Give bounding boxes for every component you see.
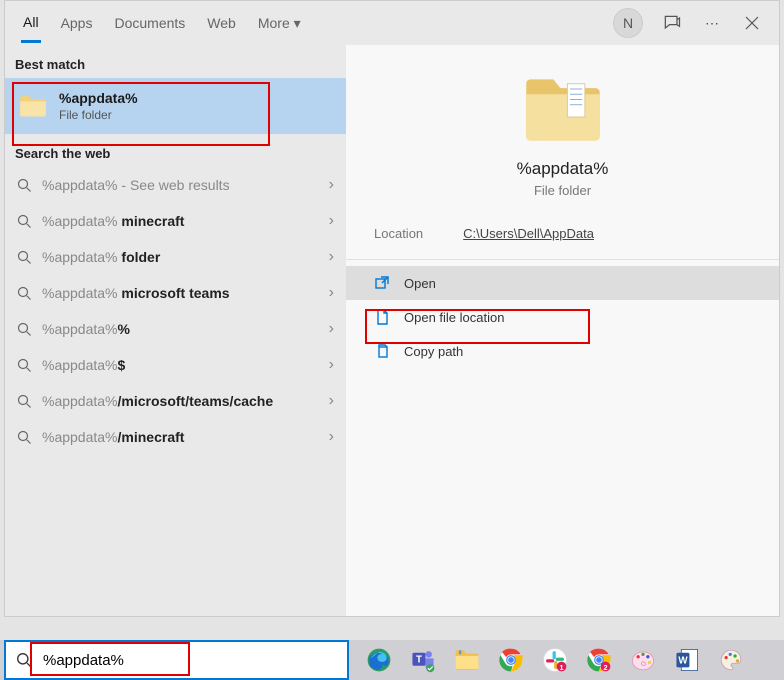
action-copy-path-label: Copy path	[404, 344, 463, 359]
search-icon	[17, 178, 32, 193]
search-icon	[17, 286, 32, 301]
web-result-text: %appdata%%	[42, 321, 319, 337]
file-location-icon	[374, 309, 390, 325]
best-match-title: %appdata%	[59, 90, 138, 106]
search-icon	[17, 250, 32, 265]
search-icon	[17, 214, 32, 229]
tab-web[interactable]: Web	[205, 5, 238, 41]
copy-icon	[374, 343, 390, 359]
section-best-match: Best match	[5, 45, 346, 78]
taskbar-pinned-apps: T 1 2 W	[349, 640, 751, 680]
feedback-icon[interactable]	[661, 12, 683, 34]
close-icon[interactable]	[741, 12, 763, 34]
svg-text:T: T	[416, 654, 422, 665]
folder-large-icon	[518, 75, 608, 145]
search-icon	[17, 430, 32, 445]
action-open[interactable]: Open	[346, 266, 779, 300]
web-result[interactable]: %appdata%/microsoft/teams/cache ›	[5, 383, 346, 419]
action-open-location-label: Open file location	[404, 310, 504, 325]
best-match-subtitle: File folder	[59, 108, 138, 122]
taskbar-app-explorer[interactable]	[447, 640, 487, 680]
tab-all[interactable]: All	[21, 4, 41, 43]
taskbar-app-chrome[interactable]	[491, 640, 531, 680]
location-row: Location C:\Users\Dell\AppData	[346, 198, 779, 260]
taskbar-app-palette[interactable]	[711, 640, 751, 680]
search-icon	[17, 358, 32, 373]
taskbar-app-paint[interactable]	[623, 640, 663, 680]
chevron-right-icon[interactable]: ›	[329, 320, 334, 338]
action-copy-path[interactable]: Copy path	[346, 334, 779, 368]
web-result[interactable]: %appdata%/minecraft ›	[5, 419, 346, 455]
chevron-right-icon[interactable]: ›	[329, 284, 334, 302]
web-result[interactable]: %appdata% folder ›	[5, 239, 346, 275]
best-match-result[interactable]: %appdata% File folder	[5, 78, 346, 134]
preview-subtitle: File folder	[534, 183, 591, 198]
svg-text:1: 1	[559, 663, 563, 672]
taskbar-app-slack[interactable]: 1	[535, 640, 575, 680]
taskbar-app-teams[interactable]: T	[403, 640, 443, 680]
search-icon	[17, 322, 32, 337]
web-result-text: %appdata% folder	[42, 249, 319, 265]
taskbar-search[interactable]	[4, 640, 349, 680]
chevron-right-icon[interactable]: ›	[329, 176, 334, 194]
web-result-text: %appdata% minecraft	[42, 213, 319, 229]
open-icon	[374, 275, 390, 291]
more-options-icon[interactable]: ⋯	[701, 12, 723, 34]
folder-icon	[19, 94, 47, 118]
search-icon	[16, 652, 33, 669]
user-avatar[interactable]: N	[613, 8, 643, 38]
chevron-right-icon[interactable]: ›	[329, 248, 334, 266]
web-result[interactable]: %appdata% - See web results ›	[5, 167, 346, 203]
web-result[interactable]: %appdata%% ›	[5, 311, 346, 347]
taskbar-app-chrome-2[interactable]: 2	[579, 640, 619, 680]
taskbar-app-word[interactable]: W	[667, 640, 707, 680]
chevron-right-icon[interactable]: ›	[329, 212, 334, 230]
web-result-text: %appdata%$	[42, 357, 319, 373]
web-result[interactable]: %appdata% microsoft teams ›	[5, 275, 346, 311]
web-result-text: %appdata% microsoft teams	[42, 285, 319, 301]
web-result-text: %appdata% - See web results	[42, 177, 319, 193]
chevron-right-icon[interactable]: ›	[329, 356, 334, 374]
results-list: Best match %appdata% File folder Search …	[5, 45, 346, 616]
chevron-down-icon: ▾	[294, 15, 301, 31]
search-icon	[17, 394, 32, 409]
svg-text:W: W	[678, 655, 688, 666]
tab-documents[interactable]: Documents	[112, 5, 187, 41]
preview-pane: %appdata% File folder Location C:\Users\…	[346, 45, 779, 616]
web-result[interactable]: %appdata% minecraft ›	[5, 203, 346, 239]
search-input[interactable]	[43, 652, 337, 669]
tab-apps[interactable]: Apps	[59, 5, 95, 41]
action-open-label: Open	[404, 276, 436, 291]
preview-title: %appdata%	[517, 159, 609, 179]
action-open-location[interactable]: Open file location	[346, 300, 779, 334]
preview-actions: Open Open file location Copy path	[346, 260, 779, 374]
taskbar: T 1 2 W	[0, 640, 784, 680]
web-result[interactable]: %appdata%$ ›	[5, 347, 346, 383]
web-result-text: %appdata%/minecraft	[42, 429, 319, 445]
taskbar-app-edge[interactable]	[359, 640, 399, 680]
section-search-web: Search the web	[5, 134, 346, 167]
start-search-panel: All Apps Documents Web More ▾ N ⋯ Best m…	[4, 0, 780, 617]
search-tabs: All Apps Documents Web More ▾ N ⋯	[5, 1, 779, 45]
web-result-text: %appdata%/microsoft/teams/cache	[42, 393, 319, 409]
svg-text:2: 2	[603, 663, 607, 672]
location-label: Location	[374, 226, 423, 241]
tab-more[interactable]: More ▾	[256, 5, 303, 42]
chevron-right-icon[interactable]: ›	[329, 428, 334, 446]
location-link[interactable]: C:\Users\Dell\AppData	[463, 226, 594, 241]
chevron-right-icon[interactable]: ›	[329, 392, 334, 410]
